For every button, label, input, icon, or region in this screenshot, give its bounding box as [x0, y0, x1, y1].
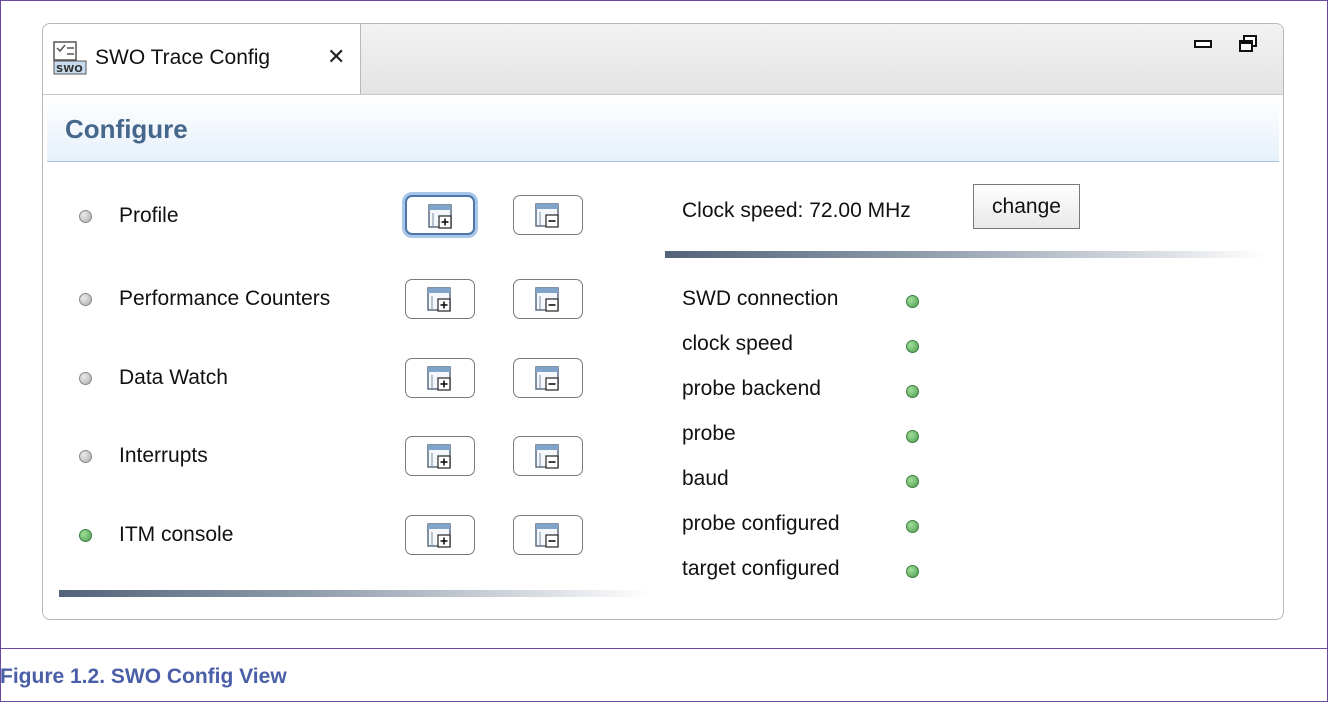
figure-divider — [0, 648, 1328, 649]
add-view-button[interactable] — [405, 279, 475, 319]
status-dot — [79, 529, 92, 542]
close-icon[interactable]: ✕ — [327, 44, 345, 70]
status-label: probe configured — [682, 512, 840, 535]
add-view-icon — [428, 204, 452, 229]
status-dot — [79, 210, 92, 223]
remove-view-icon — [535, 444, 559, 469]
add-view-icon — [427, 444, 451, 469]
status-dot — [906, 475, 919, 488]
trace-label: Performance Counters — [119, 287, 331, 310]
status-row-swd-connection: SWD connection — [682, 287, 982, 317]
remove-view-button[interactable] — [513, 436, 583, 476]
status-dot — [79, 450, 92, 463]
status-dot — [906, 295, 919, 308]
right-separator — [665, 251, 1265, 258]
trace-row-itm-console: ITM console — [43, 513, 643, 557]
tab-title: SWO Trace Config — [95, 46, 271, 69]
status-label: target configured — [682, 557, 840, 580]
tab-swo-trace-config[interactable]: SWO SWO Trace Config ✕ — [43, 24, 361, 94]
change-clock-button[interactable]: change — [973, 184, 1080, 229]
clock-speed-label: Clock speed: 72.00 MHz — [682, 199, 911, 222]
status-dot — [906, 385, 919, 398]
remove-view-button[interactable] — [513, 279, 583, 319]
status-label: SWD connection — [682, 287, 839, 310]
form-header: Configure — [47, 97, 1279, 162]
add-view-icon — [427, 287, 451, 312]
add-view-icon — [427, 523, 451, 548]
remove-view-button[interactable] — [513, 515, 583, 555]
page-title: Configure — [65, 114, 188, 144]
remove-view-icon — [535, 287, 559, 312]
svg-text:SWO: SWO — [56, 64, 83, 75]
status-row-baud: baud — [682, 467, 982, 497]
status-label: probe backend — [682, 377, 821, 400]
remove-view-icon — [535, 366, 559, 391]
trace-label: ITM console — [119, 523, 234, 546]
minimize-icon[interactable] — [1193, 34, 1213, 54]
add-view-button[interactable] — [405, 195, 475, 235]
maximize-icon[interactable] — [1238, 34, 1258, 54]
status-dot — [906, 430, 919, 443]
trace-label: Profile — [119, 204, 179, 227]
tab-bar: SWO SWO Trace Config ✕ — [43, 24, 1283, 95]
trace-label: Data Watch — [119, 366, 228, 389]
status-label: probe — [682, 422, 736, 445]
figure-caption: Figure 1.2. SWO Config View — [0, 665, 287, 688]
add-view-button[interactable] — [405, 515, 475, 555]
remove-view-button[interactable] — [513, 195, 583, 235]
add-view-button[interactable] — [405, 358, 475, 398]
remove-view-icon — [535, 523, 559, 548]
trace-row-profile: Profile — [43, 194, 643, 238]
left-separator — [59, 590, 649, 597]
trace-row-interrupts: Interrupts — [43, 434, 643, 478]
remove-view-button[interactable] — [513, 358, 583, 398]
trace-row-data-watch: Data Watch — [43, 356, 643, 400]
status-label: baud — [682, 467, 729, 490]
status-row-target-configured: target configured — [682, 557, 982, 587]
swo-trace-config-view: SWO SWO Trace Config ✕ Configure Profile — [42, 23, 1284, 620]
status-row-probe-backend: probe backend — [682, 377, 982, 407]
add-view-button[interactable] — [405, 436, 475, 476]
status-label: clock speed — [682, 332, 793, 355]
remove-view-icon — [535, 203, 559, 228]
trace-label: Interrupts — [119, 444, 208, 467]
trace-row-performance-counters: Performance Counters — [43, 277, 643, 321]
status-dot — [79, 372, 92, 385]
status-dot — [906, 565, 919, 578]
add-view-icon — [427, 366, 451, 391]
status-dot — [906, 340, 919, 353]
status-row-clock-speed: clock speed — [682, 332, 982, 362]
status-row-probe: probe — [682, 422, 982, 452]
status-dot — [906, 520, 919, 533]
status-dot — [79, 293, 92, 306]
status-row-probe-configured: probe configured — [682, 512, 982, 542]
swo-icon: SWO — [53, 41, 87, 75]
